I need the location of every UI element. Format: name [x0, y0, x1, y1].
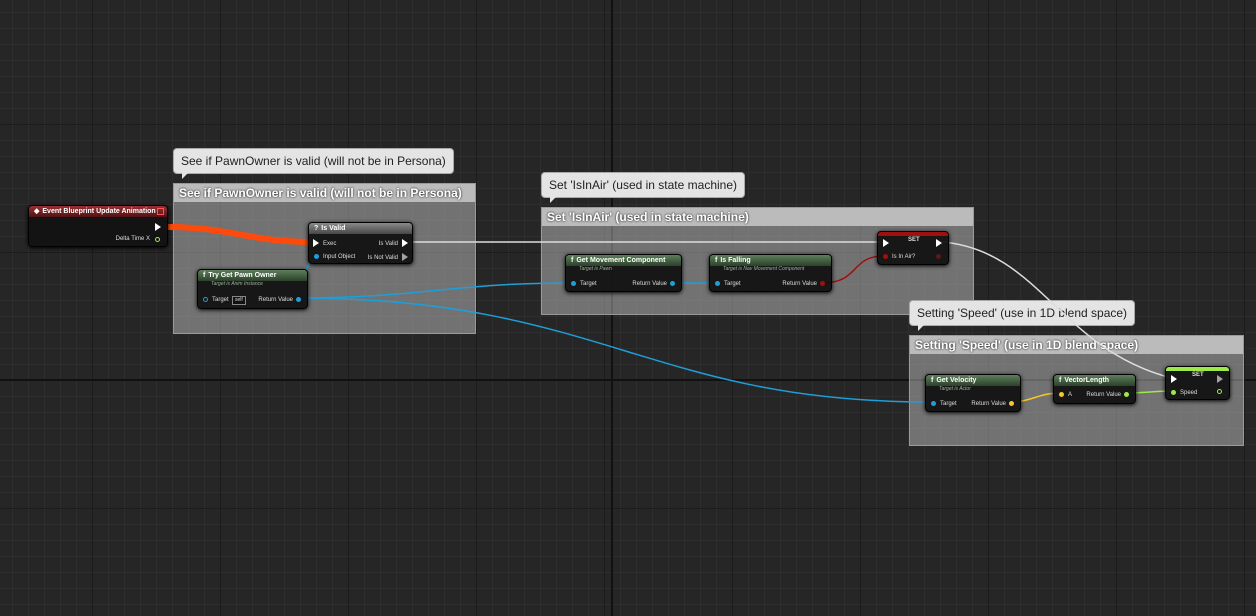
pin-label: Is Valid	[378, 241, 398, 247]
object-wire-pawn-getmove	[297, 282, 572, 299]
node-subtitle: Target is Pawn	[579, 266, 612, 272]
get-velocity-node[interactable]: f Get Velocity Target is Actor Target Ret…	[925, 374, 1021, 412]
event-icon: ◆	[34, 208, 40, 215]
node-header: f VectorLength	[1054, 375, 1135, 386]
target-pin[interactable]	[203, 297, 208, 302]
pin-label: Is In Air?	[892, 254, 916, 260]
pin-label: Return Value	[782, 281, 817, 287]
is-in-air-input-pin[interactable]	[883, 254, 888, 259]
node-header: f Get Movement Component	[566, 255, 681, 266]
vector-length-node[interactable]: f VectorLength A Return Value	[1053, 374, 1136, 404]
return-value-pin[interactable]	[1124, 392, 1129, 397]
node-title: Event Blueprint Update Animation	[42, 208, 156, 215]
target-pin[interactable]	[715, 281, 720, 286]
node-header: f Try Get Pawn Owner	[198, 270, 307, 281]
exec-in-pin[interactable]	[1171, 375, 1177, 383]
is-valid-node[interactable]: ? Is Valid Exec Is Valid Input Object Is …	[308, 222, 413, 264]
a-pin[interactable]	[1059, 392, 1064, 397]
pin-label: Target	[212, 297, 229, 303]
exec-out-pin[interactable]	[155, 223, 161, 231]
pin-label: Return Value	[971, 401, 1006, 407]
node-subtitle: Target is Actor	[939, 386, 971, 392]
node-header: f Get Velocity	[926, 375, 1020, 386]
function-icon: f	[931, 377, 934, 384]
return-value-pin[interactable]	[670, 281, 675, 286]
delegate-pin-icon[interactable]	[157, 208, 164, 215]
macro-icon: ?	[314, 225, 319, 232]
node-title: Is Falling	[720, 257, 751, 264]
exec-not-valid-pin[interactable]	[402, 253, 408, 261]
delta-time-pin[interactable]	[155, 237, 160, 242]
pin-label: Target	[580, 281, 597, 287]
exec-out-pin[interactable]	[936, 239, 942, 247]
speed-input-pin[interactable]	[1171, 390, 1176, 395]
target-pin[interactable]	[931, 401, 936, 406]
function-icon: f	[571, 257, 574, 264]
pin-label: Target	[940, 401, 957, 407]
pin-label: Speed	[1180, 390, 1198, 396]
exec-wire-event-isvalid	[167, 224, 313, 245]
node-header: ? Is Valid	[309, 223, 412, 234]
is-falling-node[interactable]: f Is Falling Target is Nav Movement Compo…	[709, 254, 832, 292]
function-icon: f	[203, 272, 206, 279]
return-value-pin[interactable]	[1009, 401, 1014, 406]
pin-label: Input Object	[323, 254, 356, 260]
pin-label: Target	[724, 281, 741, 287]
return-value-pin[interactable]	[296, 297, 301, 302]
pin-label: Is Not Valid	[367, 255, 398, 261]
speed-output-pin[interactable]	[1217, 389, 1222, 394]
self-default-value[interactable]: self	[232, 296, 246, 305]
exec-in-pin[interactable]	[313, 239, 319, 247]
node-title: SET	[908, 237, 920, 243]
pin-label: Return Value	[1086, 392, 1121, 398]
pin-label: Return Value	[258, 297, 293, 303]
node-subtitle: Target is Nav Movement Component	[723, 266, 805, 272]
node-title: Try Get Pawn Owner	[208, 272, 277, 279]
node-header: f Is Falling	[710, 255, 831, 266]
return-value-pin[interactable]	[820, 281, 825, 286]
is-in-air-output-pin[interactable]	[936, 254, 941, 259]
node-title: Get Movement Component	[576, 257, 666, 264]
target-pin[interactable]	[571, 281, 576, 286]
pin-label: Return Value	[632, 281, 667, 287]
node-title: VectorLength	[1064, 377, 1110, 384]
node-title: Is Valid	[321, 225, 346, 232]
function-icon: f	[1059, 377, 1062, 384]
object-wire-pawn-getvelocity	[297, 297, 931, 403]
pin-label: Delta Time X	[115, 236, 150, 242]
node-title: SET	[1192, 372, 1204, 378]
try-get-pawn-owner-node[interactable]: f Try Get Pawn Owner Target is Anim Insta…	[197, 269, 308, 309]
set-is-in-air-node[interactable]: SET Is In Air?	[877, 231, 949, 265]
node-header: ◆ Event Blueprint Update Animation	[29, 206, 167, 217]
pin-label: A	[1068, 392, 1073, 398]
input-object-pin[interactable]	[314, 254, 319, 259]
exec-wire-setair-setspeed	[941, 241, 1173, 379]
function-icon: f	[715, 257, 718, 264]
exec-out-pin[interactable]	[1217, 375, 1223, 383]
exec-valid-pin[interactable]	[402, 239, 408, 247]
event-update-animation-node[interactable]: ◆ Event Blueprint Update Animation Delta …	[28, 205, 168, 247]
node-title: Get Velocity	[936, 377, 977, 384]
node-subtitle: Target is Anim Instance	[211, 281, 263, 287]
pin-label: Exec	[323, 241, 337, 247]
get-movement-component-node[interactable]: f Get Movement Component Target is Pawn T…	[565, 254, 682, 292]
exec-in-pin[interactable]	[883, 239, 889, 247]
wire-layer	[167, 224, 1174, 403]
set-speed-node[interactable]: SET Speed	[1165, 366, 1230, 400]
